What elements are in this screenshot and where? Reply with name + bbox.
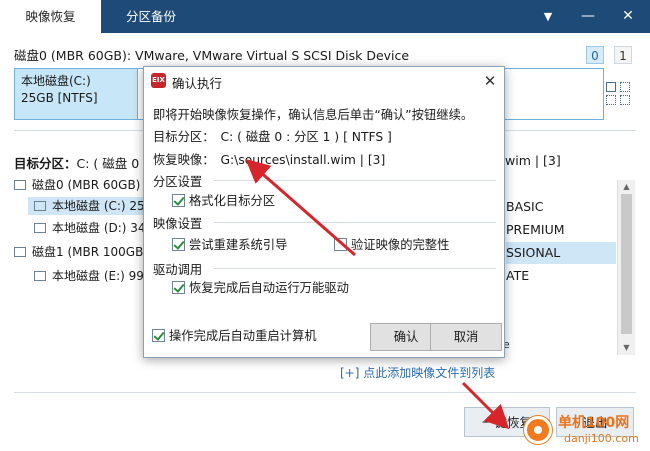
add-image-link[interactable]: [+] 点此添加映像文件到列表 xyxy=(340,364,495,381)
list-item[interactable]: BASIC xyxy=(506,196,616,218)
partition-c-block[interactable]: 本地磁盘(C:) 25GB [NTFS] xyxy=(14,68,138,120)
scroll-down-icon[interactable]: ▼ xyxy=(618,341,635,355)
title-bar: 映像恢复 分区备份 ▼ — ✕ xyxy=(0,0,650,33)
auto-reboot-checkbox[interactable] xyxy=(152,329,165,342)
disk0-header: 磁盘0 (MBR 60GB): VMware, VMware Virtual S… xyxy=(14,48,410,63)
watermark-title: 单机100网 xyxy=(558,415,630,431)
divider xyxy=(214,222,496,223)
format-option[interactable]: 格式化目标分区 xyxy=(172,194,275,208)
section-image-settings: 映像设置 xyxy=(153,217,203,231)
auto-reboot-option[interactable]: 操作完成后自动重启计算机 xyxy=(152,329,317,343)
confirm-dialog: EIX 确认执行 ✕ 即将开始映像恢复操作，确认信息后单击“确认”按钮继续。 目… xyxy=(143,66,505,358)
divider xyxy=(14,392,636,393)
watermark: 单机100网 danji100.com xyxy=(524,410,650,450)
divider xyxy=(214,268,496,269)
verify-image-option[interactable]: 验证映像的完整性 xyxy=(334,238,449,252)
section-driver: 驱动调用 xyxy=(153,263,203,277)
image-edition-list: BASIC PREMIUM SSIONAL ATE xyxy=(506,196,616,292)
dialog-title-bar: EIX 确认执行 ✕ xyxy=(144,67,504,95)
image-source-fragment: wim | [3] xyxy=(505,153,561,168)
tree-item-disk1[interactable]: 磁盘1 (MBR 100GB xyxy=(14,243,144,261)
tree-item-partition-d[interactable]: 本地磁盘 (D:) 34 xyxy=(28,219,146,237)
watermark-logo-icon xyxy=(524,416,552,444)
folder-icon xyxy=(34,201,46,211)
watermark-url: danji100.com xyxy=(564,432,639,445)
scroll-up-icon[interactable]: ▲ xyxy=(618,180,635,194)
page-0-button[interactable]: 0 xyxy=(586,46,604,64)
close-button[interactable]: ✕ xyxy=(610,0,646,33)
tab-image-restore[interactable]: 映像恢复 xyxy=(0,0,101,33)
tab-partition-backup[interactable]: 分区备份 xyxy=(101,0,201,33)
run-driver-checkbox[interactable] xyxy=(172,281,185,294)
run-driver-option[interactable]: 恢复完成后自动运行万能驱动 xyxy=(172,281,349,295)
rebuild-boot-option[interactable]: 尝试重建系统引导 xyxy=(172,238,287,252)
divider xyxy=(214,180,496,181)
dialog-intro: 即将开始映像恢复操作，确认信息后单击“确认”按钮继续。 xyxy=(153,108,474,122)
list-item[interactable]: PREMIUM xyxy=(506,219,616,241)
folder-icon xyxy=(34,223,46,233)
disk-icon xyxy=(14,247,26,257)
target-partition-label: 目标分区：C: ( 磁盘 0 : 分 xyxy=(14,156,164,171)
tree-item-partition-c[interactable]: 本地磁盘 (C:) 25 xyxy=(28,197,146,215)
disk-icon xyxy=(14,180,26,190)
minimize-button[interactable]: — xyxy=(570,0,606,33)
scroll-thumb[interactable] xyxy=(621,194,632,334)
dialog-close-icon[interactable]: ✕ xyxy=(480,71,500,91)
menu-dropdown-icon[interactable]: ▼ xyxy=(530,0,566,33)
dialog-target-row: 目标分区： C: ( 磁盘 0 : 分区 1 ) [ NTFS ] xyxy=(153,130,392,144)
folder-icon xyxy=(34,271,46,281)
partition-name: 本地磁盘(C:) xyxy=(21,74,91,88)
format-checkbox[interactable] xyxy=(172,194,185,207)
list-item[interactable]: SSIONAL xyxy=(506,242,616,264)
rebuild-boot-checkbox[interactable] xyxy=(172,238,185,251)
partition-info: 25GB [NTFS] xyxy=(21,91,98,105)
tree-item-disk0[interactable]: 磁盘0 (MBR 60GB) xyxy=(14,176,144,194)
page-1-button[interactable]: 1 xyxy=(614,46,632,64)
list-scrollbar[interactable]: ▲ ▼ xyxy=(617,180,635,355)
dialog-cancel-button[interactable]: 取消 xyxy=(430,323,502,351)
verify-image-checkbox[interactable] xyxy=(334,238,347,251)
dialog-source-row: 恢复映像： G:\sources\install.wim | [3] xyxy=(153,153,386,167)
tree-item-partition-e[interactable]: 本地磁盘 (E:) 99 xyxy=(28,267,146,285)
app-logo-icon: EIX xyxy=(151,73,166,88)
dialog-title: 确认执行 xyxy=(172,76,223,91)
list-item[interactable]: ATE xyxy=(506,265,616,287)
grid-view-icon[interactable] xyxy=(606,82,632,106)
section-partition-settings: 分区设置 xyxy=(153,175,203,189)
